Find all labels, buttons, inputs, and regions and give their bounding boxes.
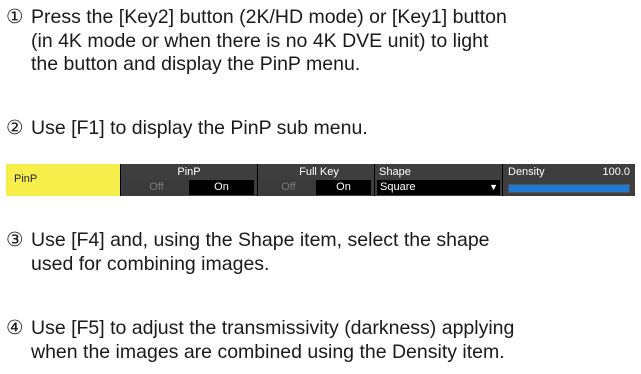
pinp-cell: PinP Off On <box>121 164 257 196</box>
step-1: ① Press the [Key2] button (2K/HD mode) o… <box>6 6 507 77</box>
menu-name-label: PinP <box>14 173 38 185</box>
full-key-off-option[interactable]: Off <box>261 180 316 195</box>
dropdown-arrow-icon: ▼ <box>489 182 498 192</box>
full-key-cell: Full Key Off On <box>258 164 374 196</box>
step-number: ④ <box>6 317 24 339</box>
step-4: ④ Use [F5] to adjust the transmissivity … <box>6 317 514 364</box>
density-slider-fill <box>509 185 629 192</box>
pinp-off-option[interactable]: Off <box>124 180 189 195</box>
pinp-on-option[interactable]: On <box>189 180 254 195</box>
shape-cell: Shape Square ▼ <box>375 164 502 196</box>
full-key-toggle[interactable]: Off On <box>261 180 371 195</box>
density-label: Density <box>508 166 545 178</box>
full-key-label: Full Key <box>299 166 339 178</box>
menu-name-cell: PinP <box>6 164 120 196</box>
density-slider[interactable] <box>508 184 630 193</box>
pinp-toggle[interactable]: Off On <box>124 180 254 195</box>
full-key-on-option[interactable]: On <box>316 180 371 195</box>
density-cell: Density 100.0 <box>503 164 635 196</box>
step-text: Press the [Key2] button (2K/HD mode) or … <box>31 6 507 75</box>
pinp-sub-menu: PinP PinP Off On Full Key Off On Shape S… <box>6 164 635 196</box>
shape-value: Square <box>380 181 416 193</box>
step-text: Use [F1] to display the PinP sub menu. <box>31 117 368 139</box>
step-3: ③ Use [F4] and, using the Shape item, se… <box>6 229 490 276</box>
step-text: Use [F5] to adjust the transmissivity (d… <box>31 317 515 363</box>
step-text: Use [F4] and, using the Shape item, sele… <box>31 229 490 275</box>
step-2: ② Use [F1] to display the PinP sub menu. <box>6 117 368 141</box>
step-number: ① <box>6 6 24 28</box>
step-number: ③ <box>6 229 24 251</box>
density-value: 100.0 <box>602 166 630 178</box>
step-number: ② <box>6 117 24 139</box>
shape-select[interactable]: Square ▼ <box>377 180 500 195</box>
pinp-label: PinP <box>177 166 201 178</box>
shape-label: Shape <box>379 166 411 178</box>
